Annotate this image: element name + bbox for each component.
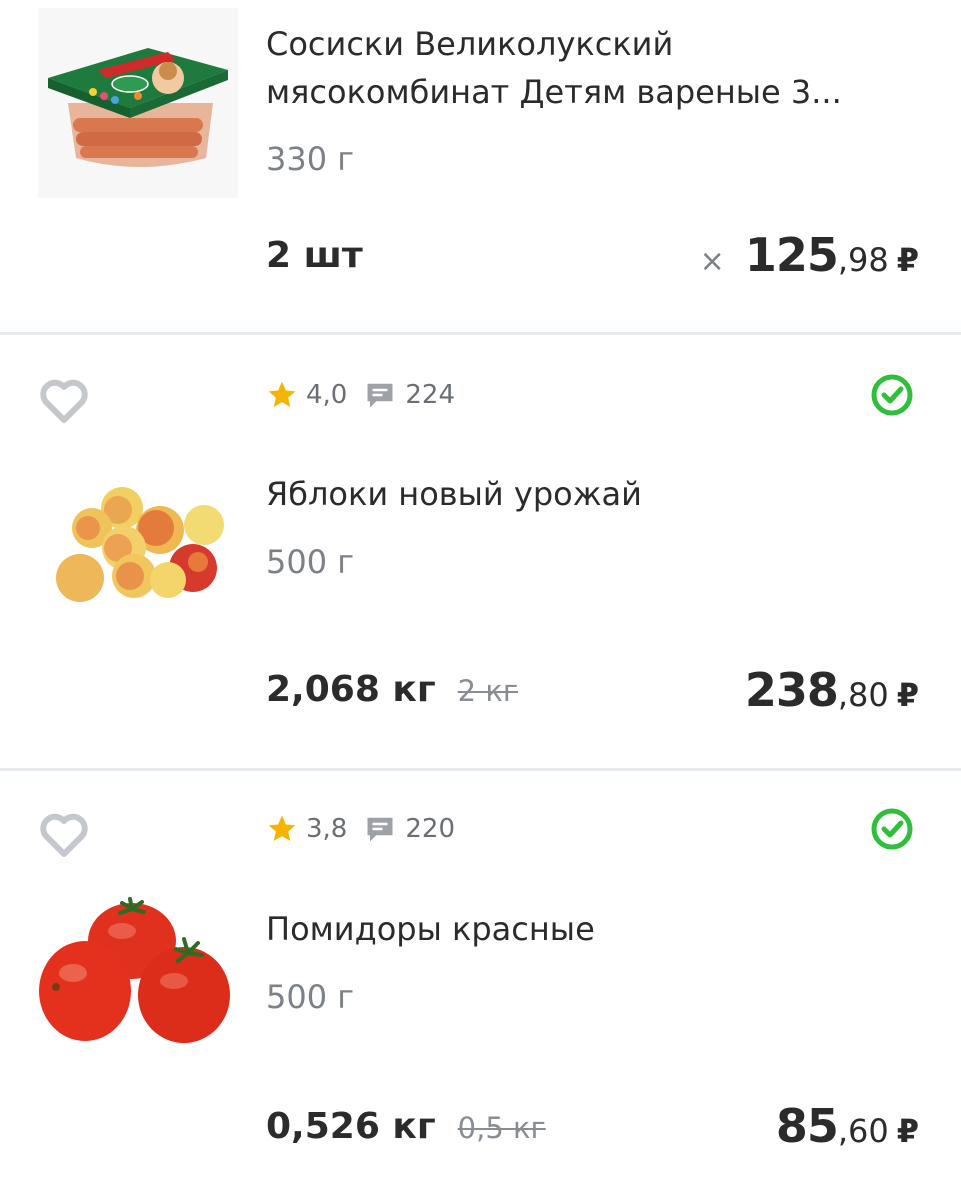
comment-icon xyxy=(367,817,393,842)
rating-value: 4,0 xyxy=(306,380,348,410)
currency-symbol: ₽ xyxy=(896,241,919,279)
quantity-value: 0,526 кг xyxy=(266,1106,436,1147)
reviews-count: 220 xyxy=(405,814,455,844)
product-title[interactable]: Яблоки новый урожай xyxy=(266,470,886,518)
product-title[interactable]: Сосиски Великолукский мясокомбинат Детям… xyxy=(266,20,886,116)
product-quantity: 2,068 кг 2 кг xyxy=(266,668,518,713)
price-integer: 125 xyxy=(744,228,839,282)
rating-value: 3,8 xyxy=(306,814,348,844)
product-title-line2: мясокомбинат Детям вареные 3... xyxy=(266,73,842,111)
product-price: 85 ,60 ₽ xyxy=(776,1099,919,1153)
in-stock-check xyxy=(869,806,915,852)
price-fraction: ,80 xyxy=(837,676,889,714)
quantity-value: 2 шт xyxy=(266,235,363,276)
rating-row: 4,0 224 xyxy=(266,375,455,415)
product-weight: 500 г xyxy=(266,543,355,581)
price-integer: 238 xyxy=(744,663,839,717)
product-weight: 330 г xyxy=(266,140,355,178)
quantity-value: 2,068 кг xyxy=(266,669,436,710)
rating-row: 3,8 220 xyxy=(266,809,455,849)
old-quantity: 2 кг xyxy=(457,674,519,708)
product-quantity: 0,526 кг 0,5 кг xyxy=(266,1105,546,1150)
product-quantity: 2 шт xyxy=(266,234,363,278)
cart-item-tomatoes: 3,8 220 Помидоры красные 500 г 0,526 кг … xyxy=(0,771,961,1200)
multiply-sign: × xyxy=(699,244,725,279)
in-stock-check xyxy=(869,372,915,418)
product-price: × 125 ,98 ₽ xyxy=(700,228,919,282)
star-icon xyxy=(268,381,296,407)
reviews-count: 224 xyxy=(405,380,455,410)
price-fraction: ,98 xyxy=(837,241,889,279)
check-circle-icon xyxy=(871,374,913,416)
price-fraction: ,60 xyxy=(837,1112,889,1150)
sausage-package-icon xyxy=(38,8,238,198)
product-image[interactable] xyxy=(38,891,238,1051)
product-image[interactable] xyxy=(38,8,238,198)
cart-item-apples: 4,0 224 Яблоки новый урожай 500 г 2,068 … xyxy=(0,335,961,768)
currency-symbol: ₽ xyxy=(896,1112,919,1150)
star-icon xyxy=(268,815,296,841)
product-price: 238 ,80 ₽ xyxy=(745,663,919,717)
favorite-button[interactable] xyxy=(38,812,90,858)
product-title[interactable]: Помидоры красные xyxy=(266,905,886,953)
favorite-button[interactable] xyxy=(38,378,90,424)
currency-symbol: ₽ xyxy=(896,676,919,714)
tomatoes-icon xyxy=(39,897,230,1043)
heart-icon xyxy=(40,813,88,857)
apples-icon xyxy=(56,487,224,602)
product-image[interactable] xyxy=(38,480,238,610)
old-quantity: 0,5 кг xyxy=(457,1111,546,1145)
product-title-line1: Сосиски Великолукский xyxy=(266,25,674,63)
comment-icon xyxy=(367,383,393,408)
price-integer: 85 xyxy=(775,1099,839,1153)
product-weight: 500 г xyxy=(266,978,355,1016)
heart-icon xyxy=(40,379,88,423)
cart-item-sausages: Сосиски Великолукский мясокомбинат Детям… xyxy=(0,0,961,333)
check-circle-icon xyxy=(871,808,913,850)
